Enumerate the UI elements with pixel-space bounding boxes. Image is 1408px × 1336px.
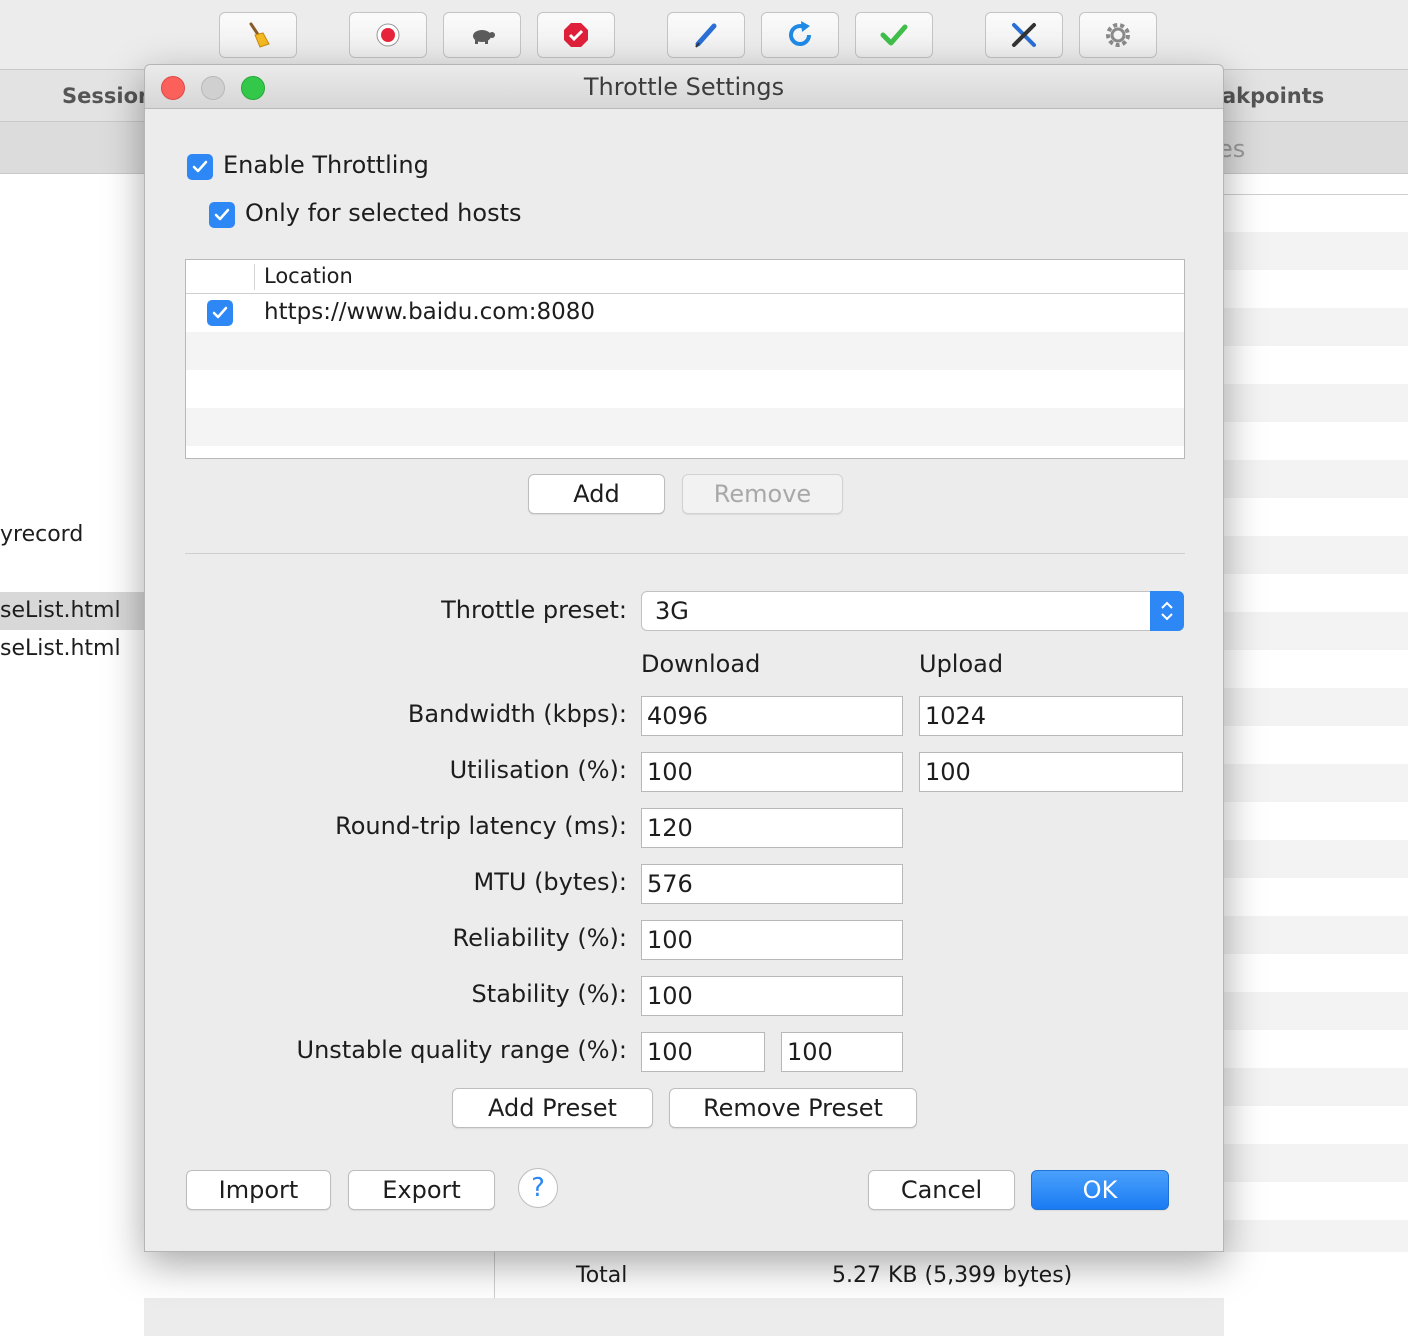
utilisation-download-field[interactable]: 100: [641, 752, 903, 792]
remove-preset-button[interactable]: Remove Preset: [669, 1088, 917, 1128]
remove-host-button[interactable]: Remove: [682, 474, 843, 514]
broom-icon: [249, 22, 270, 48]
table-row-empty: [186, 370, 1184, 408]
table-row[interactable]: https://www.baidu.com:8080: [186, 294, 1184, 332]
tools-button[interactable]: [985, 12, 1063, 58]
updown-arrows-icon: [1150, 591, 1184, 631]
checkmark-icon: [212, 306, 228, 319]
main-toolbar: [0, 0, 1408, 70]
export-button[interactable]: Export: [348, 1170, 495, 1210]
host-enabled-checkbox[interactable]: [207, 300, 233, 326]
turtle-icon: [473, 30, 495, 44]
mtu-label: MTU (bytes):: [473, 868, 628, 896]
tools-icon: [1012, 23, 1036, 47]
table-row-empty: [186, 332, 1184, 370]
separator: [185, 553, 1185, 554]
total-value: 5.27 KB (5,399 bytes): [832, 1263, 1073, 1288]
bandwidth-download-field[interactable]: 4096: [641, 696, 903, 736]
table-header: Location: [186, 260, 1184, 294]
cancel-button[interactable]: Cancel: [868, 1170, 1015, 1210]
help-button[interactable]: ?: [518, 1168, 558, 1208]
unstable-quality-label: Unstable quality range (%):: [296, 1036, 627, 1064]
record-button[interactable]: [349, 12, 427, 58]
download-column-header: Download: [641, 650, 761, 678]
gear-icon: [1106, 23, 1130, 47]
hosts-table: Location https://www.baidu.com:8080: [185, 259, 1185, 459]
add-host-button[interactable]: Add: [528, 474, 665, 514]
validate-button[interactable]: [855, 12, 933, 58]
bandwidth-label: Bandwidth (kbps):: [407, 700, 627, 728]
dialog-title: Throttle Settings: [583, 73, 785, 101]
latency-field[interactable]: 120: [641, 808, 903, 848]
throttle-button[interactable]: [443, 12, 521, 58]
import-button[interactable]: Import: [186, 1170, 331, 1210]
detail-pane: [1224, 174, 1408, 1336]
total-label: Total: [576, 1263, 628, 1288]
latency-label: Round-trip latency (ms):: [335, 812, 627, 840]
add-preset-button[interactable]: Add Preset: [452, 1088, 653, 1128]
stop-sign-icon: [564, 23, 588, 47]
tab-sessions[interactable]: Session: [62, 84, 153, 108]
dialog-titlebar: Throttle Settings: [145, 65, 1223, 109]
host-location: https://www.baidu.com:8080: [264, 299, 596, 325]
list-item[interactable]: yrecord: [0, 516, 144, 554]
mtu-field[interactable]: 576: [641, 864, 903, 904]
compose-button[interactable]: [667, 12, 745, 58]
checkmark-icon: [214, 208, 230, 221]
checkmark-icon: [880, 24, 908, 46]
throttle-preset-select[interactable]: 3G: [641, 591, 1184, 631]
summary-row: [144, 1252, 1408, 1298]
unstable-quality-max-field[interactable]: 100: [781, 1032, 903, 1072]
only-selected-hosts-label[interactable]: Only for selected hosts: [245, 199, 521, 227]
pen-icon: [695, 23, 717, 48]
upload-column-header: Upload: [919, 650, 1004, 678]
ok-button[interactable]: OK: [1031, 1170, 1169, 1210]
list-item[interactable]: seList.html: [0, 630, 144, 668]
record-icon: [376, 23, 400, 47]
stability-label: Stability (%):: [471, 980, 627, 1008]
utilisation-label: Utilisation (%):: [449, 756, 627, 784]
location-column-header[interactable]: Location: [264, 264, 353, 288]
throttle-preset-label: Throttle preset:: [441, 596, 627, 624]
repeat-button[interactable]: [761, 12, 839, 58]
stability-field[interactable]: 100: [641, 976, 903, 1016]
breakpoints-button[interactable]: [537, 12, 615, 58]
structure-pane: yrecord seList.html seList.html: [0, 174, 144, 1336]
checkmark-icon: [192, 160, 208, 173]
only-selected-hosts-checkbox[interactable]: [209, 202, 235, 228]
list-item[interactable]: seList.html: [0, 592, 144, 630]
enable-throttling-checkbox[interactable]: [187, 154, 213, 180]
refresh-icon: [789, 21, 811, 46]
reliability-label: Reliability (%):: [452, 924, 627, 952]
throttle-preset-value: 3G: [655, 597, 689, 625]
column-divider: [494, 1252, 495, 1298]
settings-button[interactable]: [1079, 12, 1157, 58]
tab-breakpoints[interactable]: akpoints: [1222, 84, 1324, 108]
enable-throttling-label[interactable]: Enable Throttling: [223, 151, 429, 179]
clear-button[interactable]: [219, 12, 297, 58]
throttle-settings-dialog: Throttle Settings Enable Throttling Only…: [144, 64, 1224, 1252]
reliability-field[interactable]: 100: [641, 920, 903, 960]
utilisation-upload-field[interactable]: 100: [919, 752, 1183, 792]
bandwidth-upload-field[interactable]: 1024: [919, 696, 1183, 736]
unstable-quality-min-field[interactable]: 100: [641, 1032, 765, 1072]
table-row-empty: [186, 408, 1184, 446]
